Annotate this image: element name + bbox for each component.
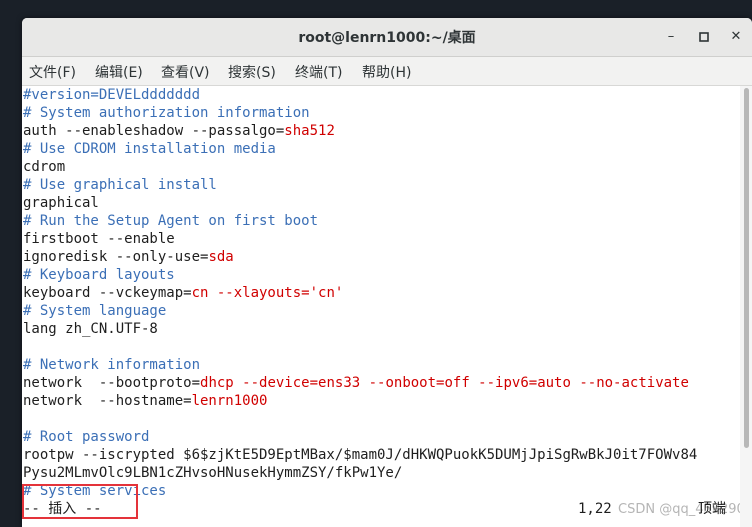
terminal-text-segment: network --hostname=: [23, 393, 192, 409]
terminal-line: # Run the Setup Agent on first boot: [23, 212, 318, 230]
terminal-text-segment: cdrom: [23, 159, 66, 175]
terminal-text-segment: firstboot --enable: [23, 231, 175, 247]
terminal-text-segment: network --bootproto=: [23, 375, 201, 391]
terminal-text-segment: # Keyboard layouts: [23, 267, 175, 283]
terminal-text-segment: dhcp --device=: [200, 375, 319, 391]
terminal-text-segment: # Use graphical install: [23, 177, 217, 193]
terminal-text-segment: lenrn1000: [191, 393, 268, 409]
terminal-line: lang zh_CN.UTF-8: [23, 320, 158, 338]
terminal-line: # Network information: [23, 356, 200, 374]
terminal-text-segment: sda: [208, 249, 234, 265]
terminal-text-segment: # Use CDROM installation media: [23, 141, 276, 157]
terminal-line: network --bootproto=dhcp --device=ens33 …: [23, 374, 689, 392]
vertical-scrollbar[interactable]: [740, 86, 752, 527]
terminal-line: Pysu2MLmvOlc9LBN1cZHvsoHNusekHymmZSY/fkP…: [23, 464, 402, 482]
terminal-text-segment: auth --enableshadow --passalgo=: [23, 123, 285, 139]
maximize-icon[interactable]: [694, 27, 714, 47]
terminal-line: ignoredisk --only-use=sda: [23, 248, 234, 266]
maximize-square-icon: [699, 32, 709, 42]
terminal-text-segment: graphical: [23, 195, 99, 211]
terminal-text-segment: # Root password: [23, 429, 150, 445]
terminal-text-segment: keyboard --vckeymap=: [23, 285, 192, 301]
terminal-line: keyboard --vckeymap=cn --xlayouts='cn': [23, 284, 343, 302]
terminal-line: # System language: [23, 302, 166, 320]
terminal-line: firstboot --enable: [23, 230, 175, 248]
mode-highlight-box: [22, 484, 138, 519]
terminal-text-segment: off --ipv6=: [444, 375, 538, 391]
terminal-line: # Use graphical install: [23, 176, 217, 194]
terminal-line: # Root password: [23, 428, 149, 446]
terminal-text-segment: ignoredisk --only-use=: [23, 249, 209, 265]
menu-file[interactable]: 文件(F): [29, 62, 76, 82]
terminal-line: # Use CDROM installation media: [23, 140, 276, 158]
terminal-text-segment: # System authorization information: [23, 105, 310, 121]
window-title: root@lenrn1000:~/桌面: [298, 30, 476, 46]
terminal-line: rootpw --iscrypted $6$zjKtE5D9EptMBax/$m…: [23, 446, 697, 464]
terminal-text-segment: lang zh_CN.UTF-8: [23, 321, 158, 337]
cursor-position: 1,22: [578, 501, 612, 517]
scroll-position: 顶端: [698, 501, 726, 517]
terminal-line: # Keyboard layouts: [23, 266, 175, 284]
menu-edit[interactable]: 编辑(E): [95, 62, 143, 82]
terminal-line: #version=DEVELddddddd: [23, 86, 200, 104]
terminal-content[interactable]: # System services Pysu2MLmvOlc9LBN1cZHvso…: [22, 86, 740, 527]
terminal-window: root@lenrn1000:~/桌面 – ✕ 文件(F) 编辑(E) 查看(V…: [22, 18, 752, 527]
minimize-icon[interactable]: –: [661, 27, 681, 47]
terminal-text-segment: Pysu2MLmvOlc9LBN1cZHvsoHNusekHymmZSY/fkP…: [23, 465, 403, 481]
terminal-text-segment: # Run the Setup Agent on first boot: [23, 213, 319, 229]
terminal-text-segment: ens33 --onboot=: [318, 375, 445, 391]
terminal-line: auth --enableshadow --passalgo=sha512: [23, 122, 335, 140]
terminal-text-segment: auto --no-activate: [537, 375, 689, 391]
terminal-line: cdrom: [23, 158, 65, 176]
terminal-text-segment: # System language: [23, 303, 167, 319]
terminal-text-segment: #version=DEVELddddddd: [23, 87, 201, 103]
terminal-line: graphical: [23, 194, 99, 212]
close-icon[interactable]: ✕: [726, 27, 746, 47]
title-bar[interactable]: root@lenrn1000:~/桌面 – ✕: [22, 18, 752, 57]
scrollbar-thumb[interactable]: [744, 88, 749, 448]
menu-terminal[interactable]: 终端(T): [295, 62, 342, 82]
terminal-line: # System authorization information: [23, 104, 310, 122]
terminal-text-segment: # Network information: [23, 357, 201, 373]
menu-help[interactable]: 帮助(H): [362, 62, 411, 82]
menu-search[interactable]: 搜索(S): [228, 62, 276, 82]
terminal-text-segment: cn --xlayouts='cn': [191, 285, 344, 301]
terminal-line: network --hostname=lenrn1000: [23, 392, 267, 410]
menu-view[interactable]: 查看(V): [161, 62, 210, 82]
terminal-text-segment: sha512: [284, 123, 335, 139]
menu-bar: 文件(F) 编辑(E) 查看(V) 搜索(S) 终端(T) 帮助(H): [22, 57, 752, 86]
terminal-text-segment: rootpw --iscrypted $6$zjKtE5D9EptMBax/$m…: [23, 447, 698, 463]
